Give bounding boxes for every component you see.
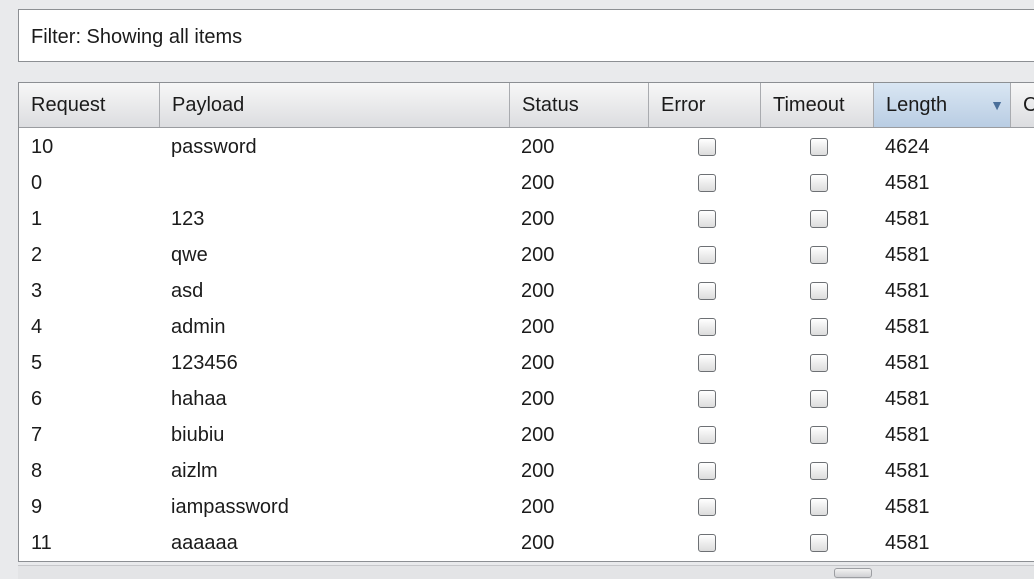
cell-payload: 123456 <box>171 352 238 374</box>
error-checkbox[interactable] <box>698 462 716 480</box>
cell-request: 1 <box>31 208 43 230</box>
table-row[interactable]: 2 qwe 200 4581 <box>19 237 1034 273</box>
cell-payload: 123 <box>171 208 205 230</box>
cell-length: 4581 <box>885 460 930 482</box>
column-header-length[interactable]: Length ▼ <box>874 83 1011 127</box>
cell-request: 4 <box>31 316 43 338</box>
cell-request: 10 <box>31 136 54 158</box>
column-header-c[interactable]: C <box>1011 83 1034 127</box>
sort-descending-icon: ▼ <box>990 97 1004 113</box>
error-checkbox[interactable] <box>698 138 716 156</box>
error-checkbox[interactable] <box>698 534 716 552</box>
column-header-timeout[interactable]: Timeout <box>761 83 874 127</box>
cell-payload: biubiu <box>171 424 225 446</box>
timeout-checkbox[interactable] <box>810 138 828 156</box>
cell-length: 4624 <box>885 136 930 158</box>
error-checkbox[interactable] <box>698 498 716 516</box>
cell-status: 200 <box>521 280 555 302</box>
error-checkbox[interactable] <box>698 318 716 336</box>
column-header-status[interactable]: Status <box>510 83 649 127</box>
timeout-checkbox[interactable] <box>810 426 828 444</box>
cell-length: 4581 <box>885 280 930 302</box>
cell-request: 0 <box>31 172 43 194</box>
cell-length: 4581 <box>885 352 930 374</box>
timeout-checkbox[interactable] <box>810 498 828 516</box>
column-header-request[interactable]: Request <box>19 83 160 127</box>
cell-length: 4581 <box>885 496 930 518</box>
cell-status: 200 <box>521 496 555 518</box>
table-row[interactable]: 4 admin 200 4581 <box>19 309 1034 345</box>
column-header-length-label: Length <box>886 94 948 116</box>
column-header-payload[interactable]: Payload <box>160 83 510 127</box>
column-header-error[interactable]: Error <box>649 83 761 127</box>
table-row[interactable]: 5 123456 200 4581 <box>19 345 1034 381</box>
cell-length: 4581 <box>885 388 930 410</box>
timeout-checkbox[interactable] <box>810 174 828 192</box>
cell-payload: hahaa <box>171 388 227 410</box>
cell-status: 200 <box>521 460 555 482</box>
cell-payload: aizlm <box>171 460 218 482</box>
timeout-checkbox[interactable] <box>810 534 828 552</box>
cell-request: 7 <box>31 424 43 446</box>
cell-request: 9 <box>31 496 43 518</box>
cell-request: 2 <box>31 244 43 266</box>
error-checkbox[interactable] <box>698 282 716 300</box>
error-checkbox[interactable] <box>698 390 716 408</box>
cell-request: 11 <box>31 532 52 554</box>
error-checkbox[interactable] <box>698 426 716 444</box>
table-row[interactable]: 11 aaaaaa 200 4581 <box>19 525 1034 561</box>
cell-payload: admin <box>171 316 226 338</box>
cell-length: 4581 <box>885 208 930 230</box>
cell-length: 4581 <box>885 316 930 338</box>
table-row[interactable]: 3 asd 200 4581 <box>19 273 1034 309</box>
cell-status: 200 <box>521 352 555 374</box>
table-row[interactable]: 6 hahaa 200 4581 <box>19 381 1034 417</box>
cell-payload: aaaaaa <box>171 532 238 554</box>
table-row[interactable]: 8 aizlm 200 4581 <box>19 453 1034 489</box>
cell-payload: iampassword <box>171 496 289 518</box>
timeout-checkbox[interactable] <box>810 354 828 372</box>
cell-length: 4581 <box>885 532 930 554</box>
error-checkbox[interactable] <box>698 246 716 264</box>
error-checkbox[interactable] <box>698 174 716 192</box>
timeout-checkbox[interactable] <box>810 246 828 264</box>
horizontal-scrollbar[interactable] <box>18 565 1034 579</box>
table-row[interactable]: 7 biubiu 200 4581 <box>19 417 1034 453</box>
cell-length: 4581 <box>885 172 930 194</box>
cell-status: 200 <box>521 316 555 338</box>
table-row[interactable]: 1 123 200 4581 <box>19 201 1034 237</box>
table-row[interactable]: 10 password 200 4624 <box>19 129 1034 165</box>
error-checkbox[interactable] <box>698 210 716 228</box>
filter-bar[interactable]: Filter: Showing all items <box>18 9 1034 62</box>
table-row[interactable]: 9 iampassword 200 4581 <box>19 489 1034 525</box>
timeout-checkbox[interactable] <box>810 318 828 336</box>
cell-status: 200 <box>521 136 555 158</box>
cell-status: 200 <box>521 172 555 194</box>
cell-request: 5 <box>31 352 43 374</box>
timeout-checkbox[interactable] <box>810 462 828 480</box>
timeout-checkbox[interactable] <box>810 390 828 408</box>
cell-status: 200 <box>521 208 555 230</box>
cell-request: 6 <box>31 388 43 410</box>
cell-status: 200 <box>521 388 555 410</box>
cell-status: 200 <box>521 532 555 554</box>
cell-status: 200 <box>521 244 555 266</box>
table-row[interactable]: 0 200 4581 <box>19 165 1034 201</box>
cell-payload: password <box>171 136 257 158</box>
filter-label: Filter: Showing all items <box>31 26 243 48</box>
cell-request: 3 <box>31 280 43 302</box>
table-header: Request Payload Status Error Timeout Len… <box>19 83 1034 128</box>
timeout-checkbox[interactable] <box>810 282 828 300</box>
cell-payload: qwe <box>171 244 208 266</box>
error-checkbox[interactable] <box>698 354 716 372</box>
results-table: Request Payload Status Error Timeout Len… <box>18 82 1034 562</box>
cell-status: 200 <box>521 424 555 446</box>
cell-length: 4581 <box>885 424 930 446</box>
horizontal-scrollbar-thumb[interactable] <box>834 568 872 578</box>
cell-payload: asd <box>171 280 204 302</box>
cell-request: 8 <box>31 460 43 482</box>
timeout-checkbox[interactable] <box>810 210 828 228</box>
cell-length: 4581 <box>885 244 930 266</box>
